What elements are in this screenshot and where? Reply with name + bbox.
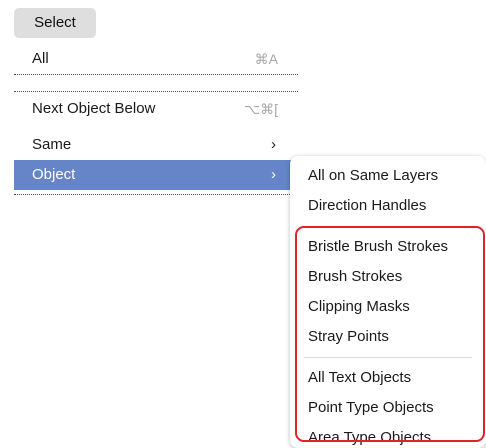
submenu-item-brush-strokes[interactable]: Brush Strokes [290,262,486,292]
submenu-item-area-type-objects[interactable]: Area Type Objects [290,423,486,448]
submenu-item-all-on-same-layers[interactable]: All on Same Layers [290,161,486,191]
menu-item-same[interactable]: Same › [14,130,298,160]
menu-item-next-object-below[interactable]: Next Object Below ⌥⌘[ [14,94,298,124]
select-menu: All ⌘A Next Object Below ⌥⌘[ Same › Obje… [14,42,298,195]
dotted-divider [14,194,298,195]
dotted-divider [14,91,298,92]
object-submenu: All on Same Layers Direction Handles Bri… [290,156,486,448]
menu-item-label: Next Object Below [32,100,156,117]
submenu-item-stray-points[interactable]: Stray Points [290,322,486,352]
menu-item-label: Same [32,136,72,153]
menu-item-all[interactable]: All ⌘A [14,44,298,74]
submenu-item-bristle-brush-strokes[interactable]: Bristle Brush Strokes [290,232,486,262]
shortcut-label: ⌥⌘[ [243,101,278,117]
submenu-separator [304,226,472,227]
submenu-separator [304,357,472,358]
screenshot-stage: Select All ⌘A Next Object Below ⌥⌘[ Same… [0,0,486,448]
menu-item-object[interactable]: Object › [14,160,298,190]
menu-item-label: Object [32,166,76,183]
submenu-item-clipping-masks[interactable]: Clipping Masks [290,292,486,322]
shortcut-label: ⌘A [254,51,278,67]
menu-item-label: All [32,50,49,67]
chevron-right-icon: › [271,166,276,183]
select-menu-title[interactable]: Select [14,8,96,38]
submenu-item-point-type-objects[interactable]: Point Type Objects [290,393,486,423]
submenu-item-all-text-objects[interactable]: All Text Objects [290,363,486,393]
chevron-right-icon: › [271,136,276,153]
submenu-item-direction-handles[interactable]: Direction Handles [290,191,486,221]
